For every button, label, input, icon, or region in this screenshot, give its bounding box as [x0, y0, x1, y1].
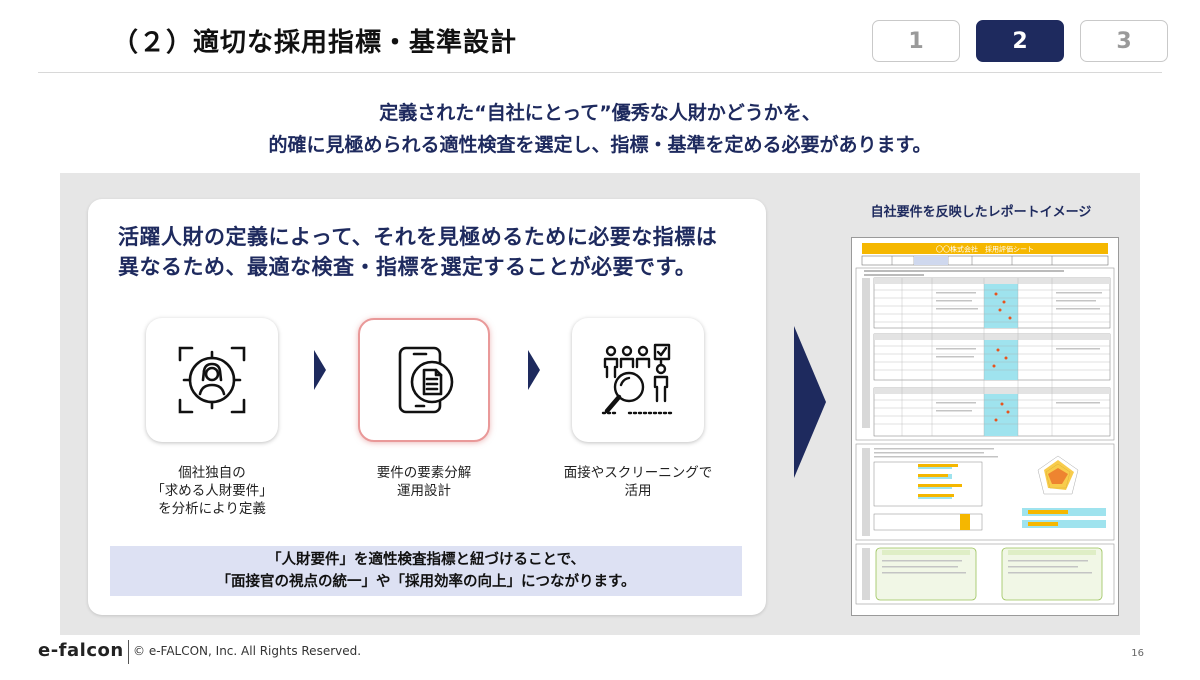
caption-line: 個社独自の	[178, 465, 246, 481]
lead-text: 定義された“自社にとって”優秀な人財かどうかを、 的確に見極められる適性検査を選…	[0, 97, 1200, 161]
flow-step-define	[146, 318, 278, 442]
caption-line: 面接やスクリーニングで	[563, 465, 713, 481]
lead-line-1: 定義された“自社にとって”優秀な人財かどうかを、	[379, 102, 821, 124]
caption-line: を分析により定義	[158, 501, 266, 517]
target-person-icon	[178, 346, 246, 414]
report-sheet-title: 〇〇株式会社 採用評価シート	[936, 245, 1034, 254]
report-caption: 自社要件を反映したレポートイメージ	[870, 205, 1092, 220]
page-number: 16	[1131, 648, 1144, 659]
summary-note-line-2: 「面接官の視点の統一」や「採用効率の向上」につながります。	[216, 574, 636, 590]
step-3[interactable]: 3	[1080, 20, 1168, 62]
caption-line: 活用	[624, 483, 652, 499]
title-divider	[38, 72, 1162, 73]
screening-magnifier-icon	[601, 343, 675, 415]
card-heading-line-1: 活躍人財の定義によって、それを見極めるために必要な指標は	[118, 225, 718, 249]
phone-document-icon	[398, 346, 454, 414]
lead-line-2: 的確に見極められる適性検査を選定し、指標・基準を定める必要があります。	[268, 134, 932, 156]
step-indicator: 1 2 3	[872, 20, 1168, 62]
caption-line: 「求める人財要件」	[151, 483, 273, 499]
flow-caption-design: 要件の要素分解 運用設計	[329, 464, 519, 500]
page-title: （２）適切な採用指標・基準設計	[112, 28, 518, 58]
report-table-block	[873, 277, 1111, 329]
summary-note-line-1: 「人財要件」を適性検査指標と紐づけることで、	[267, 552, 585, 568]
flow-step-design	[358, 318, 490, 442]
caption-line: 運用設計	[397, 483, 451, 499]
copyright-text: © e-FALCON, Inc. All Rights Reserved.	[133, 644, 362, 658]
flow-caption-define: 個社独自の 「求める人財要件」 を分析により定義	[117, 464, 307, 518]
flow-step-use	[572, 318, 704, 442]
flow-caption-use: 面接やスクリーニングで 活用	[543, 464, 733, 500]
step-2[interactable]: 2	[976, 20, 1064, 62]
summary-note: 「人財要件」を適性検査指標と紐づけることで、 「面接官の視点の統一」や「採用効率…	[110, 546, 742, 596]
report-thumbnail: 〇〇株式会社 採用評価シート	[851, 237, 1119, 616]
card-heading: 活躍人財の定義によって、それを見極めるために必要な指標は 異なるため、最適な検査…	[118, 222, 717, 282]
report-sheet-graphic: 〇〇株式会社 採用評価シート	[855, 243, 1115, 605]
flow-chevron-2	[528, 350, 540, 390]
card-heading-line-2: 異なるため、最適な検査・指標を選定することが必要です。	[118, 255, 697, 279]
brand-logo: e-falcon	[38, 640, 124, 661]
footer-divider	[128, 640, 129, 664]
step-1[interactable]: 1	[872, 20, 960, 62]
flow-chevron-1	[314, 350, 326, 390]
transition-arrow	[794, 326, 826, 478]
caption-line: 要件の要素分解	[376, 465, 472, 481]
